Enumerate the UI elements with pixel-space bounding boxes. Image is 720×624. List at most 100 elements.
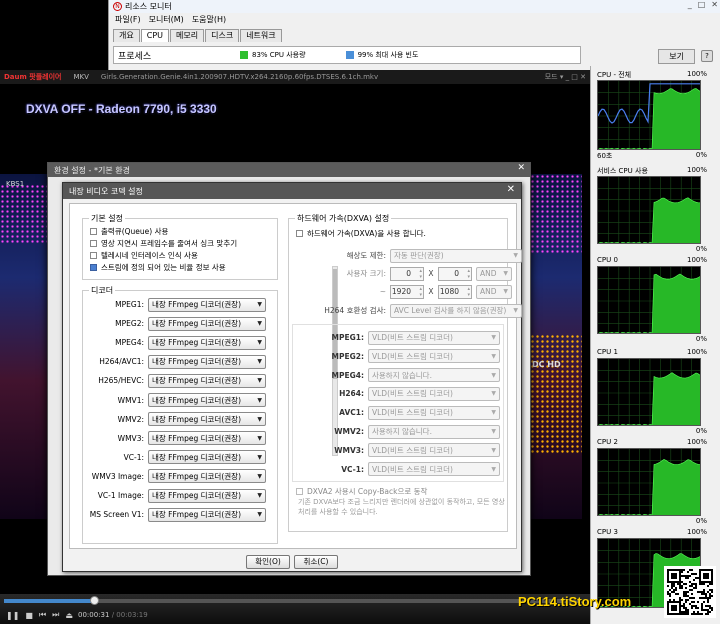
pause-icon[interactable]: ❚❚	[6, 611, 19, 620]
decoder-label: H265/HEVC:	[98, 376, 144, 386]
chevron-down-icon: ▼	[491, 371, 496, 379]
hw-codec-select[interactable]: VLD(비트 스트림 디코더) ▼	[368, 462, 500, 477]
decoder-label: WMV3:	[117, 433, 144, 443]
hw-codec-value: VLD(비트 스트림 디코더)	[372, 333, 453, 342]
view-button[interactable]: 보기	[658, 48, 695, 64]
decoder-select[interactable]: 내장 FFmpeg 디코더(권장) ▼	[148, 297, 266, 312]
res-limit-select[interactable]: 자동 판단(권장) ▼	[390, 248, 522, 263]
player-titlebar: Daum 팟플레이어 MKV Girls.Generation.Genie.4i…	[0, 70, 590, 84]
menu-file[interactable]: 파일(F)	[115, 14, 141, 25]
decoder-label: MPEG1:	[115, 300, 144, 309]
dxva2-label: DXVA2 사용시 Copy-Back으로 동작	[307, 487, 428, 496]
max-width-spinner[interactable]: 1920	[390, 284, 424, 299]
decoder-value: 내장 FFmpeg 디코더(권장)	[152, 414, 241, 424]
help-icon[interactable]: ?	[701, 50, 713, 62]
process-section-header[interactable]: 프로세스 83% CPU 사용량 99% 최대 사용 빈도	[113, 46, 581, 64]
dxva2-copyback-checkbox[interactable]: DXVA2 사용시 Copy-Back으로 동작	[296, 486, 427, 497]
basic-option-label: 텔레시네 인터레이스 인식 사용	[101, 251, 198, 260]
hw-codec-value: VLD(비트 스트림 디코더)	[372, 408, 453, 418]
hw-codec-select[interactable]: VLD(비트 스트림 디코더) ▼	[368, 405, 500, 420]
decoder-label: VC-1:	[123, 452, 144, 462]
hw-codec-select[interactable]: VLD(비트 스트림 디코더) ▼	[368, 330, 500, 345]
player-window-controls[interactable]: 모드 ▾ _ □ ✕	[545, 72, 586, 82]
maximize-button[interactable]: □	[698, 0, 706, 9]
max-height-spinner[interactable]: 1080	[438, 284, 472, 299]
decoder-select[interactable]: 내장 FFmpeg 디코더(권장) ▼	[148, 431, 266, 446]
decoder-value: 내장 FFmpeg 디코더(권장)	[152, 433, 241, 443]
cpu-graph-max: 100%	[686, 438, 707, 446]
chevron-down-icon: ▼	[503, 270, 508, 277]
min-height-spinner[interactable]: 0	[438, 266, 472, 281]
max-op-value: AND	[480, 287, 497, 296]
close-button[interactable]: ✕	[711, 0, 718, 9]
cpu-graph-header: CPU 1 100%	[597, 348, 707, 356]
decoder-select[interactable]: 내장 FFmpeg 디코더(권장) ▼	[148, 412, 266, 427]
seek-handle[interactable]	[90, 596, 100, 605]
decoder-select[interactable]: 내장 FFmpeg 디코더(권장) ▼	[148, 335, 266, 350]
hw-codec-row: MPEG1: VLD(비트 스트림 디코더) ▼	[298, 330, 500, 345]
stop-icon[interactable]: ■	[25, 611, 33, 620]
cpu-graph-header: CPU - 전체 100%	[597, 70, 707, 80]
basic-option-checkbox[interactable]: 출력큐(Queue) 사용	[90, 226, 168, 237]
decoder-select[interactable]: 내장 FFmpeg 디코더(권장) ▼	[148, 373, 266, 388]
menu-monitor[interactable]: 모니터(M)	[149, 14, 184, 25]
hw-codec-select[interactable]: 사용하지 않습니다. ▼	[368, 368, 500, 383]
h264-compat-select[interactable]: AVC Level 검사를 하지 않음(권장) ▼	[390, 303, 522, 318]
chevron-down-icon: ▼	[491, 352, 496, 360]
next-icon[interactable]: ⏭	[52, 610, 59, 620]
cancel-button[interactable]: 취소(C)	[294, 555, 338, 569]
graph-toolbar: 보기 ?	[587, 46, 720, 66]
minimize-button[interactable]: _	[688, 0, 692, 9]
decoder-select[interactable]: 내장 FFmpeg 디코더(권장) ▼	[148, 450, 266, 465]
decoder-select[interactable]: 내장 FFmpeg 디코더(권장) ▼	[148, 354, 266, 369]
user-size-label: 사용자 크기:	[346, 269, 386, 278]
max-op-select[interactable]: AND ▼	[476, 284, 512, 299]
tab-network[interactable]: 네트워크	[240, 29, 282, 42]
time-display: 00:00:31 / 00:03:19	[78, 611, 148, 619]
max-freq-text: 99% 최대 사용 빈도	[357, 51, 419, 59]
codec-dialog-title: 내장 비디오 코덱 설정	[69, 186, 143, 196]
tab-overview[interactable]: 개요	[113, 29, 140, 42]
codec-dialog-close-icon[interactable]: ✕	[507, 184, 515, 195]
decoder-select[interactable]: 내장 FFmpeg 디코더(권장) ▼	[148, 393, 266, 407]
menu-help[interactable]: 도움말(H)	[192, 14, 226, 25]
basic-option-checkbox[interactable]: 스트림에 정의 되어 있는 비율 정보 사용	[90, 262, 226, 273]
ok-button[interactable]: 확인(O)	[246, 555, 290, 569]
basic-option-checkbox[interactable]: 영상 지연시 프레임수를 줄여서 싱크 맞추기	[90, 238, 237, 249]
hw-codec-select[interactable]: VLD(비트 스트림 디코더) ▼	[368, 443, 500, 458]
decoder-value: 내장 FFmpeg 디코더(권장)	[152, 376, 241, 386]
seek-bar[interactable]	[4, 596, 582, 605]
decoder-select[interactable]: 내장 FFmpeg 디코더(권장) ▼	[148, 507, 266, 522]
preferences-close-icon[interactable]: ✕	[517, 163, 525, 173]
hw-codec-row: WMV2: 사용하지 않습니다. ▼	[298, 424, 500, 439]
min-op-select[interactable]: AND ▼	[476, 266, 512, 281]
cpu-graph-time: 60초	[597, 152, 613, 160]
watermark-text: PC114.tiStory.com	[518, 594, 632, 609]
decoder-select[interactable]: 내장 FFmpeg 디코더(권장) ▼	[148, 316, 266, 331]
min-width-spinner[interactable]: 0	[390, 266, 424, 281]
max-freq-swatch	[345, 51, 354, 59]
preferences-titlebar: 환경 설정 - *기본 환경	[48, 163, 530, 177]
tab-disk[interactable]: 디스크	[205, 29, 240, 42]
hw-codec-select[interactable]: VLD(비트 스트림 디코더) ▼	[368, 386, 500, 401]
hw-codec-label: WMV3:	[334, 445, 364, 455]
decoder-value: 내장 FFmpeg 디코더(권장)	[152, 357, 241, 367]
tab-memory[interactable]: 메모리	[170, 29, 205, 42]
hw-codec-label: MPEG2:	[331, 351, 364, 361]
cpu-graphs-panel: CPU - 전체 100% 60초 0% 서비스 CPU 사용 100% 0% CPU 0 10…	[590, 66, 720, 624]
hw-codec-select[interactable]: 사용하지 않습니다. ▼	[368, 424, 500, 439]
eject-icon[interactable]: ⏏	[65, 611, 73, 620]
player-brand[interactable]: Daum 팟플레이어	[4, 72, 61, 82]
basic-option-checkbox[interactable]: 텔레시네 인터레이스 인식 사용	[90, 250, 198, 261]
hw-codec-select[interactable]: VLD(비트 스트림 디코더) ▼	[368, 349, 500, 364]
previous-icon[interactable]: ⏮	[39, 610, 46, 620]
cpu-usage-stat: 83% CPU 사용량	[240, 50, 306, 60]
hw-codec-label: WMV2:	[334, 427, 364, 436]
cpu-usage-text: 83% CPU 사용량	[252, 51, 306, 59]
decoder-select[interactable]: 내장 FFmpeg 디코더(권장) ▼	[148, 488, 266, 503]
hw-codec-value: VLD(비트 스트림 디코더)	[372, 389, 453, 399]
hw-codec-value: 사용하지 않습니다.	[372, 427, 432, 436]
hw-accel-checkbox[interactable]: 하드웨어 가속(DXVA)을 사용 합니다.	[296, 228, 426, 239]
decoder-select[interactable]: 내장 FFmpeg 디코더(권장) ▼	[148, 469, 266, 484]
tab-cpu[interactable]: CPU	[140, 29, 169, 42]
